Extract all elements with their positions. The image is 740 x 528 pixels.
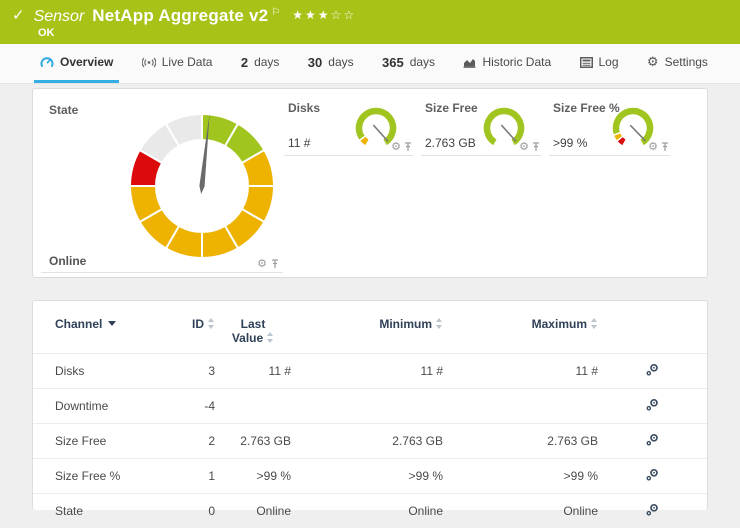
sort-icon (208, 318, 215, 329)
tab-bar: Overview Live Data 2 days 30 days 365 da… (0, 44, 740, 84)
tab-30-days[interactable]: 30 days (302, 44, 360, 83)
sort-icon (591, 318, 598, 329)
gauge-icon (40, 56, 54, 68)
minimum-cell: >99 % (291, 459, 443, 494)
actions-cell (598, 389, 707, 424)
channel-table-panel: Channel ID Last Value Minimum Maximum (32, 300, 708, 510)
channel-cell: Disks (33, 354, 173, 389)
maximum-cell: >99 % (443, 459, 598, 494)
channel-cell: Size Free % (33, 459, 173, 494)
channel-settings-icon[interactable] (645, 362, 660, 380)
disks-channel-panel: Disks 11 # ⚙ (284, 95, 413, 156)
sensor-title: NetApp Aggregate v2 (92, 6, 268, 26)
tab-overview[interactable]: Overview (34, 44, 119, 83)
channel-cell: Downtime (33, 389, 173, 424)
table-row[interactable]: Downtime -4 (33, 389, 707, 424)
last-value-cell (215, 389, 291, 424)
tab-settings[interactable]: ⚙ Settings (641, 44, 714, 83)
disks-channel-label: Disks (288, 101, 320, 115)
col-header-id[interactable]: ID (173, 307, 215, 354)
last-value-cell: 11 # (215, 354, 291, 389)
col-header-maximum[interactable]: Maximum (443, 307, 598, 354)
state-gauge (127, 111, 277, 261)
size-free-pct-channel-panel: Size Free % >99 % ⚙ (549, 95, 670, 156)
id-cell: 2 (173, 424, 215, 459)
actions-cell (598, 459, 707, 494)
tab-365-days[interactable]: 365 days (376, 44, 441, 83)
channel-settings-icon[interactable] (645, 467, 660, 485)
last-value-cell: Online (215, 494, 291, 528)
minimum-cell (291, 389, 443, 424)
channel-gear-icon[interactable]: ⚙ (519, 141, 529, 152)
channel-table: Channel ID Last Value Minimum Maximum (33, 307, 707, 528)
actions-cell (598, 424, 707, 459)
pin-icon[interactable] (271, 259, 279, 269)
favorite-flag-icon[interactable]: ⚐ (271, 7, 280, 18)
maximum-cell: Online (443, 494, 598, 528)
channel-gear-icon[interactable]: ⚙ (391, 141, 401, 152)
disks-value: 11 # (288, 136, 310, 150)
maximum-cell (443, 389, 598, 424)
pin-icon[interactable] (532, 142, 540, 152)
col-header-channel[interactable]: Channel (33, 307, 173, 354)
size-free-channel-panel: Size Free 2.763 GB ⚙ (421, 95, 541, 156)
minimum-cell: Online (291, 494, 443, 528)
actions-cell (598, 354, 707, 389)
table-row[interactable]: Disks 3 11 # 11 # 11 # (33, 354, 707, 389)
area-chart-icon (463, 57, 476, 68)
last-value-cell: >99 % (215, 459, 291, 494)
channel-gear-icon[interactable]: ⚙ (257, 258, 267, 269)
size-free-value: 2.763 GB (425, 136, 476, 150)
channel-cell: State (33, 494, 173, 528)
size-free-channel-label: Size Free (425, 101, 478, 115)
col-header-last-value[interactable]: Last Value (215, 307, 291, 354)
table-row[interactable]: Size Free % 1 >99 % >99 % >99 % (33, 459, 707, 494)
channel-cell: Size Free (33, 424, 173, 459)
minimum-cell: 2.763 GB (291, 424, 443, 459)
pin-icon[interactable] (661, 142, 669, 152)
ok-check-icon: ✓ (12, 6, 25, 24)
table-row[interactable]: Size Free 2 2.763 GB 2.763 GB 2.763 GB (33, 424, 707, 459)
maximum-cell: 2.763 GB (443, 424, 598, 459)
table-row[interactable]: State 0 Online Online Online (33, 494, 707, 528)
id-cell: 1 (173, 459, 215, 494)
minimum-cell: 11 # (291, 354, 443, 389)
overview-gauges-panel: State Online ⚙ Disks 11 # ⚙ Size Free (32, 88, 708, 278)
sort-icon (436, 318, 443, 329)
col-header-actions (598, 307, 707, 354)
id-cell: 3 (173, 354, 215, 389)
channel-gear-icon[interactable]: ⚙ (648, 141, 658, 152)
sensor-status-badge: OK (38, 27, 55, 39)
gear-icon: ⚙ (647, 56, 659, 69)
log-list-icon (580, 57, 593, 68)
sort-icon (267, 332, 274, 343)
last-value-cell: 2.763 GB (215, 424, 291, 459)
id-cell: -4 (173, 389, 215, 424)
state-channel-label: State (49, 103, 78, 117)
channel-settings-icon[interactable] (645, 397, 660, 415)
object-kind-label: Sensor (34, 8, 85, 26)
size-free-pct-value: >99 % (553, 136, 587, 150)
broadcast-icon (142, 57, 156, 68)
channel-settings-icon[interactable] (645, 432, 660, 450)
sensor-status-header: ✓ Sensor NetApp Aggregate v2 ⚐ ★★★☆☆ OK (0, 0, 740, 44)
col-header-minimum[interactable]: Minimum (291, 307, 443, 354)
state-channel-panel: State Online ⚙ (41, 95, 283, 273)
channel-settings-icon[interactable] (645, 502, 660, 520)
tab-2-days[interactable]: 2 days (235, 44, 286, 83)
id-cell: 0 (173, 494, 215, 528)
priority-stars[interactable]: ★★★☆☆ (292, 8, 356, 22)
maximum-cell: 11 # (443, 354, 598, 389)
sorted-desc-icon (108, 321, 116, 326)
state-value: Online (49, 254, 86, 268)
pin-icon[interactable] (404, 142, 412, 152)
tab-log[interactable]: Log (574, 44, 625, 83)
actions-cell (598, 494, 707, 528)
tab-live-data[interactable]: Live Data (136, 44, 219, 83)
tab-historic-data[interactable]: Historic Data (457, 44, 557, 83)
